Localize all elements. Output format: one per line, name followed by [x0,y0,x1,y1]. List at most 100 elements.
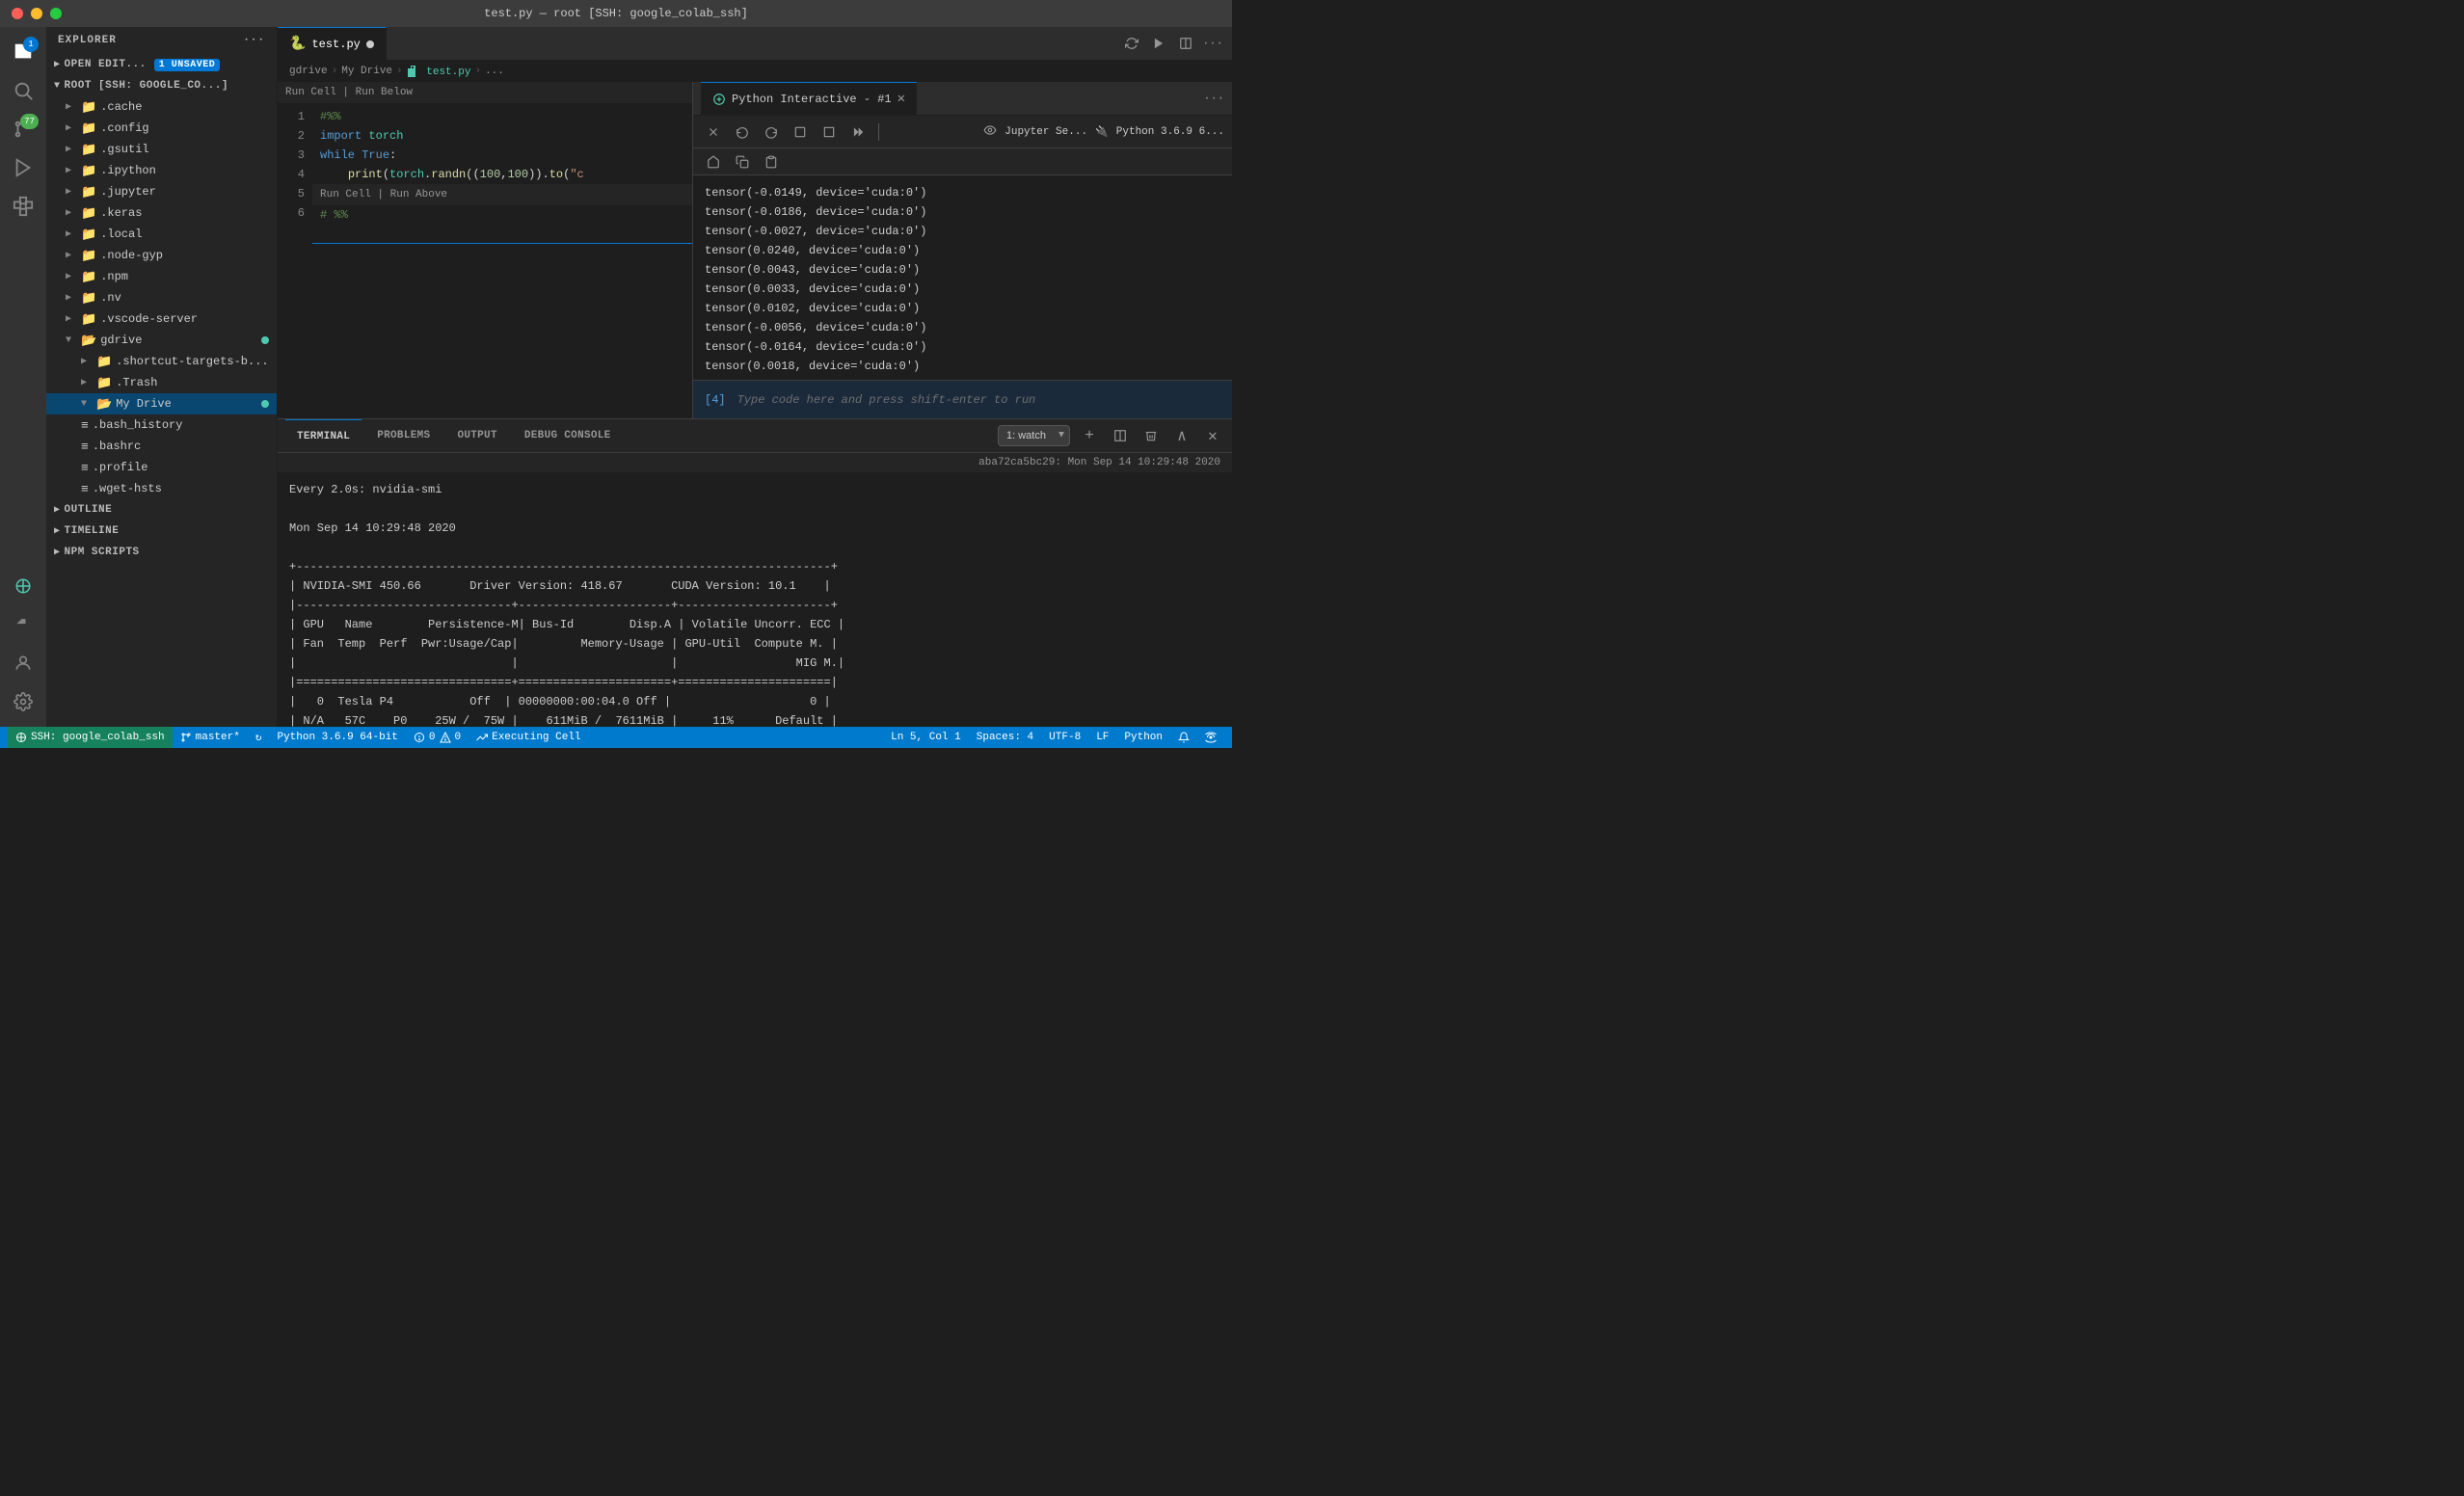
item-label: My Drive [116,397,172,411]
line-ending-status[interactable]: LF [1088,727,1116,748]
clear-output-icon[interactable] [701,120,726,145]
run-all-cells-icon[interactable] [845,120,870,145]
language-status[interactable]: Python [1116,727,1170,748]
toggle-variable-icon[interactable] [701,149,726,174]
tab-problems[interactable]: PROBLEMS [365,419,442,453]
sidebar-item-keras[interactable]: ▶ 📁 .keras [46,202,277,224]
breadcrumb-gdrive[interactable]: gdrive [289,66,328,77]
code-lines[interactable]: 1 2 3 4 5 6 #%% import torch while True:… [278,103,692,418]
panel-close-icon[interactable]: ✕ [897,91,905,107]
close-button[interactable] [12,8,23,19]
python-version-label[interactable]: Python 3.6.9 6... [1116,126,1224,138]
run-icon[interactable] [6,150,40,185]
search-icon[interactable] [6,73,40,108]
folder-icon: 📁 [81,100,96,115]
sidebar-item-profile[interactable]: ▶ ≡ .profile [46,457,277,478]
files-icon[interactable]: 1 [6,35,40,69]
run-cell-label[interactable]: Run Cell | Run Below [285,87,413,98]
errors-warnings-status[interactable]: 0 0 [406,727,469,748]
notification-status[interactable] [1170,727,1197,748]
sidebar-item-config[interactable]: ▶ 📁 .config [46,118,277,139]
python-interactive-tab[interactable]: Python Interactive - #1 ✕ [701,82,917,116]
kill-terminal-icon[interactable] [1139,424,1163,447]
minimize-button[interactable] [31,8,42,19]
python-interpreter-status[interactable]: Python 3.6.9 64-bit [269,727,405,748]
sidebar-item-bashrc[interactable]: ▶ ≡ .bashrc [46,436,277,457]
docker-icon[interactable] [6,607,40,642]
outline-section[interactable]: ▶ OUTLINE [46,499,277,521]
ssh-status[interactable]: SSH: google_colab_ssh [8,727,173,748]
git-branch-status[interactable]: master* [173,727,248,748]
root-folder[interactable]: ▼ ROOT [SSH: GOOGLE_CO...] [46,75,277,96]
maximize-panel-icon[interactable]: ∧ [1170,424,1193,447]
sidebar-item-local[interactable]: ▶ 📁 .local [46,224,277,245]
tab-test-py[interactable]: 🐍 test.py [278,27,387,61]
sidebar-item-npm[interactable]: ▶ 📁 .npm [46,266,277,287]
code-content[interactable]: #%% import torch while True: print(torch… [312,103,692,418]
tab-terminal[interactable]: TERMINAL [285,419,362,453]
run-cell-bar-top[interactable]: Run Cell | Run Below [278,82,692,103]
code-editor[interactable]: Run Cell | Run Below 1 2 3 4 5 6 [278,82,692,418]
paste-cell-icon[interactable] [759,149,784,174]
more-actions-icon[interactable]: ··· [1201,32,1224,55]
connect-icon[interactable]: 🔌 [1095,125,1109,139]
sidebar-item-gdrive[interactable]: ▼ 📂 gdrive [46,330,277,351]
add-terminal-icon[interactable]: + [1078,424,1101,447]
timeline-section[interactable]: ▶ TIMELINE [46,521,277,542]
window-controls[interactable] [12,8,62,19]
sidebar-item-wget-hsts[interactable]: ▶ ≡ .wget-hsts [46,478,277,499]
run-file-icon[interactable] [1147,32,1170,55]
terminal-select[interactable]: 1: watch [998,425,1070,446]
sidebar-item-vscode-server[interactable]: ▶ 📁 .vscode-server [46,308,277,330]
maximize-button[interactable] [50,8,62,19]
close-panel-icon[interactable]: ✕ [1201,424,1224,447]
remote-icon[interactable] [6,569,40,603]
settings-icon[interactable] [6,684,40,719]
split-editor-icon[interactable] [1174,32,1197,55]
run-cell-above-label[interactable]: Run Cell | Run Above [320,189,447,200]
sidebar-item-jupyter[interactable]: ▶ 📁 .jupyter [46,181,277,202]
redo-icon[interactable] [759,120,784,145]
sidebar-item-trash[interactable]: ▶ 📁 .Trash [46,372,277,393]
sync-changes-icon[interactable] [1120,32,1143,55]
sidebar-item-cache[interactable]: ▶ 📁 .cache [46,96,277,118]
breadcrumb-my-drive[interactable]: My Drive [341,66,392,77]
account-icon[interactable] [6,646,40,681]
terminal-content[interactable]: Every 2.0s: nvidia-smi Mon Sep 14 10:29:… [278,472,1232,727]
sidebar-item-bash-history[interactable]: ▶ ≡ .bash_history [46,414,277,436]
interrupt-kernel-icon[interactable] [817,120,842,145]
broadcast-status[interactable] [1197,727,1224,748]
sidebar-more-icon[interactable]: ··· [243,35,265,46]
sidebar-item-node-gyp[interactable]: ▶ 📁 .node-gyp [46,245,277,266]
open-editors-section[interactable]: ▶ OPEN EDIT... 1 UNSAVED [46,54,277,75]
source-control-icon[interactable]: 77 [6,112,40,147]
variable-explorer-icon[interactable] [983,123,997,141]
undo-icon[interactable] [730,120,755,145]
breadcrumb-ellipsis[interactable]: ... [485,66,504,77]
extensions-icon[interactable] [6,189,40,224]
tab-output[interactable]: OUTPUT [445,419,508,453]
npm-scripts-section[interactable]: ▶ NPM SCRIPTS [46,542,277,563]
split-terminal-icon[interactable] [1109,424,1132,447]
encoding-status[interactable]: UTF-8 [1041,727,1088,748]
sidebar-item-nv[interactable]: ▶ 📁 .nv [46,287,277,308]
cursor-position-status[interactable]: Ln 5, Col 1 [883,727,969,748]
editor-area: 🐍 test.py ··· [278,27,1232,727]
restart-kernel-icon[interactable] [788,120,813,145]
folder-icon: 📁 [81,185,96,200]
sidebar-item-ipython[interactable]: ▶ 📁 .ipython [46,160,277,181]
sync-changes-status[interactable]: ↻ [248,727,270,748]
spaces-status[interactable]: Spaces: 4 [969,727,1041,748]
panel-more-icon[interactable]: ··· [1203,92,1224,105]
sidebar-item-gsutil[interactable]: ▶ 📁 .gsutil [46,139,277,160]
breadcrumb-file[interactable]: test.py [407,66,471,78]
jupyter-server-label[interactable]: Jupyter Se... [1004,126,1087,138]
run-cell-bar-bottom[interactable]: Run Cell | Run Above [312,184,692,205]
term-line-6: | GPU Name Persistence-M| Bus-Id Disp.A … [289,615,1220,634]
sidebar-item-my-drive[interactable]: ▼ 📂 My Drive [46,393,277,414]
interactive-input[interactable]: [4] Type code here and press shift-enter… [693,380,1232,418]
executing-status[interactable]: Executing Cell [469,727,588,748]
copy-cell-icon[interactable] [730,149,755,174]
tab-debug-console[interactable]: DEBUG CONSOLE [513,419,623,453]
sidebar-item-shortcut-targets[interactable]: ▶ 📁 .shortcut-targets-b... [46,351,277,372]
